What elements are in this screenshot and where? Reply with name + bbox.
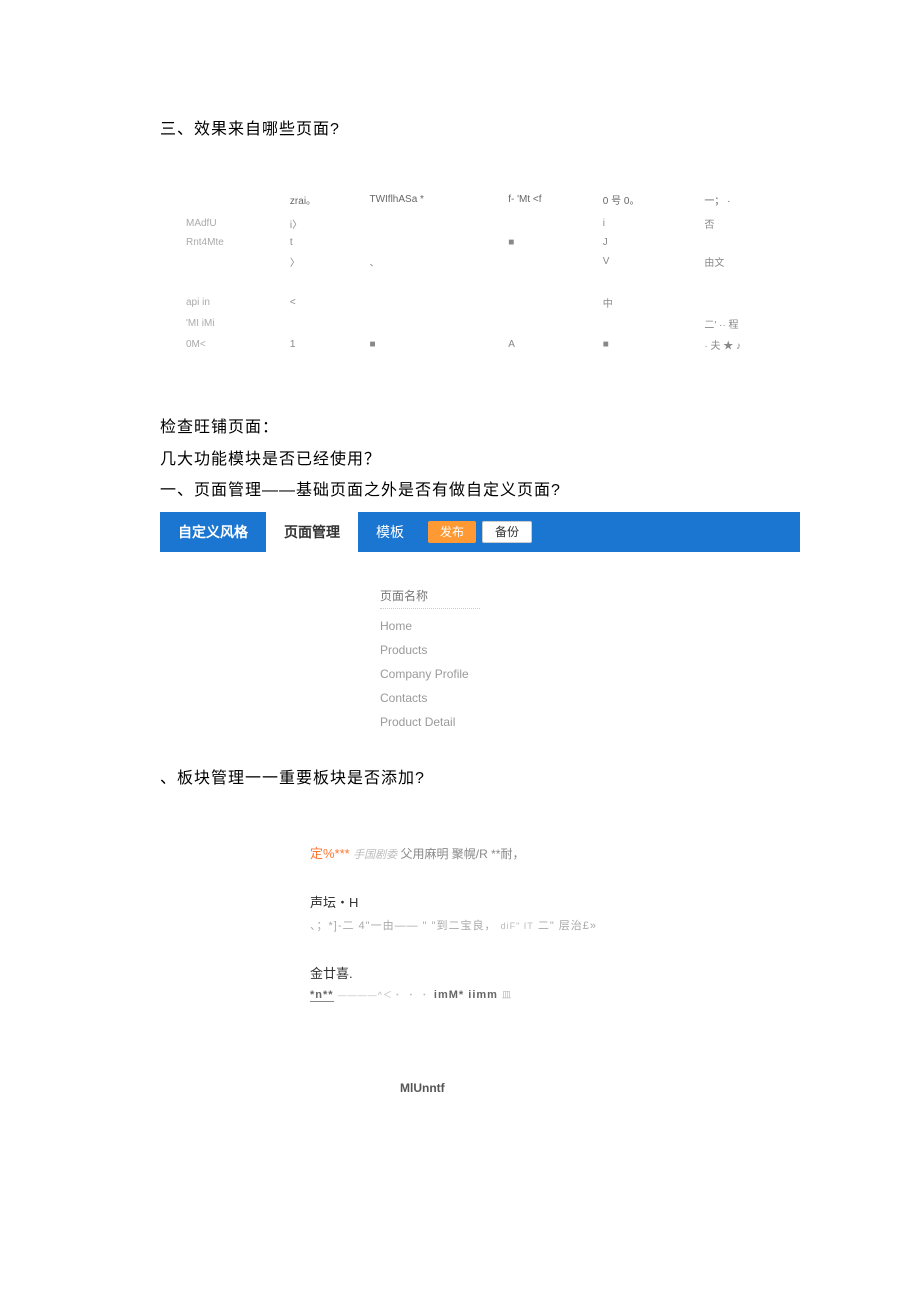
tabbar-wrap: 自定义风格 页面管理 模板 发布 备份 — [160, 512, 800, 552]
module-rest-text: 父用麻明 聚幌/R **耐， — [400, 847, 524, 861]
garbled-text: 二" 层治£» — [538, 920, 597, 932]
garbled-text: 、；*]-二 4"一由—— " "到二宝良， — [310, 920, 497, 932]
cell — [597, 313, 699, 334]
cell: · 夫 ★ ♪ — [698, 334, 800, 355]
table-row: 'MI iMi 二' ·· 程 — [180, 313, 800, 334]
th-5: 一； · — [698, 189, 800, 213]
cell — [180, 251, 284, 272]
cell — [284, 313, 364, 334]
module-management-heading: 、板块管理一一重要板块是否添加? — [160, 764, 800, 788]
cell — [180, 272, 284, 292]
th-4: 0 号 0。 — [597, 189, 699, 213]
backup-button[interactable]: 备份 — [482, 521, 532, 543]
garbled-underlined: *n** — [310, 989, 334, 1002]
cell: t — [284, 234, 364, 251]
garbled-bold: imM* iimm — [434, 989, 498, 1001]
cell — [698, 272, 800, 292]
cell: A — [502, 334, 597, 355]
cell: ■ — [502, 234, 597, 251]
cell — [363, 234, 502, 251]
module-subtitle-1: 声坛・H — [310, 892, 650, 911]
th-0 — [180, 189, 284, 213]
heading-section-3: 三、效果来自哪些页面? — [160, 115, 800, 139]
cell: 0M< — [180, 334, 284, 355]
page-list-header: 页面名称 — [380, 587, 480, 609]
module-garbled-1: 、；*]-二 4"一由—— " "到二宝良， diF" IT 二" 层治£» — [310, 917, 650, 933]
cell — [698, 234, 800, 251]
check-text-block: 检查旺铺页面： 几大功能模块是否已经使用？ 一、页面管理——基础页面之外是否有做… — [160, 415, 800, 504]
cell: J — [597, 234, 699, 251]
tab-custom-style[interactable]: 自定义风格 — [160, 512, 266, 552]
cell — [502, 292, 597, 313]
cell: i〉 — [284, 213, 364, 234]
cell: ■ — [363, 334, 502, 355]
cell — [502, 213, 597, 234]
cell: 'MI iMi — [180, 313, 284, 334]
check-line-2: 几大功能模块是否已经使用？ — [160, 447, 800, 473]
th-3: f- 'Mt <f — [502, 189, 597, 213]
data-table-wrap: zrai。 TWIflhASa * f- 'Mt <f 0 号 0。 一； · … — [180, 189, 800, 355]
table-header-row: zrai。 TWIflhASa * f- 'Mt <f 0 号 0。 一； · — [180, 189, 800, 213]
cell: < — [284, 292, 364, 313]
module-garbled-2: *n** ————^＜・ ・ ・ imM* iimm 皿 — [310, 988, 650, 1001]
cell: ■ — [597, 334, 699, 355]
cell: Rnt4Mte — [180, 234, 284, 251]
tab-module[interactable]: 模板 — [358, 512, 422, 552]
table-row: api in < 中 — [180, 292, 800, 313]
cell — [363, 272, 502, 292]
cell — [363, 213, 502, 234]
cell: i — [597, 213, 699, 234]
publish-button[interactable]: 发布 — [428, 521, 476, 543]
table-row — [180, 272, 800, 292]
document-content: 三、效果来自哪些页面? zrai。 TWIflhASa * f- 'Mt <f … — [0, 115, 920, 1095]
cell — [502, 313, 597, 334]
th-2: TWIflhASa * — [363, 189, 502, 213]
garbled-small: diF" IT — [501, 921, 534, 931]
cell — [597, 272, 699, 292]
cell: 〉 — [284, 251, 364, 272]
module-line-1: 定%*** 手国剧委 父用麻明 聚幌/R **耐， — [310, 843, 650, 862]
tab-page-management[interactable]: 页面管理 — [266, 512, 358, 552]
module-subtitle-2: 金廿喜. — [310, 963, 650, 982]
list-item[interactable]: Contacts — [380, 691, 800, 705]
module-orange-text: 定%*** — [310, 846, 350, 861]
list-item[interactable]: Company Profile — [380, 667, 800, 681]
cell — [502, 272, 597, 292]
cell: 中 — [597, 292, 699, 313]
check-line-1: 检查旺铺页面： — [160, 415, 800, 441]
cell: 由文 — [698, 251, 800, 272]
cell: 否 — [698, 213, 800, 234]
cell: api in — [180, 292, 284, 313]
cell — [284, 272, 364, 292]
list-item[interactable]: Home — [380, 619, 800, 633]
table-row: 〉 、 V 由文 — [180, 251, 800, 272]
module-bottom-text: MlUnntf — [400, 1081, 650, 1095]
table-row: MAdfU i〉 i 否 — [180, 213, 800, 234]
cell — [698, 292, 800, 313]
cell — [363, 313, 502, 334]
list-item[interactable]: Products — [380, 643, 800, 657]
tabbar: 自定义风格 页面管理 模板 发布 备份 — [160, 512, 800, 552]
stats-table: zrai。 TWIflhASa * f- 'Mt <f 0 号 0。 一； · … — [180, 189, 800, 355]
check-line-3: 一、页面管理——基础页面之外是否有做自定义页面? — [160, 478, 800, 504]
cell: 、 — [363, 251, 502, 272]
module-italic-text: 手国剧委 — [353, 849, 397, 861]
th-1: zrai。 — [284, 189, 364, 213]
module-section: 定%*** 手国剧委 父用麻明 聚幌/R **耐， 声坛・H 、；*]-二 4"… — [310, 843, 650, 1095]
cell: MAdfU — [180, 213, 284, 234]
garbled-end: 皿 — [502, 990, 512, 1000]
page-name-list: 页面名称 Home Products Company Profile Conta… — [380, 587, 800, 729]
cell — [363, 292, 502, 313]
table-row: 0M< 1 ■ A ■ · 夫 ★ ♪ — [180, 334, 800, 355]
cell: 二' ·· 程 — [698, 313, 800, 334]
cell — [502, 251, 597, 272]
table-row: Rnt4Mte t ■ J — [180, 234, 800, 251]
cell: V — [597, 251, 699, 272]
list-item[interactable]: Product Detail — [380, 715, 800, 729]
garbled-mid: ————^＜・ ・ ・ — [338, 990, 430, 1000]
cell: 1 — [284, 334, 364, 355]
